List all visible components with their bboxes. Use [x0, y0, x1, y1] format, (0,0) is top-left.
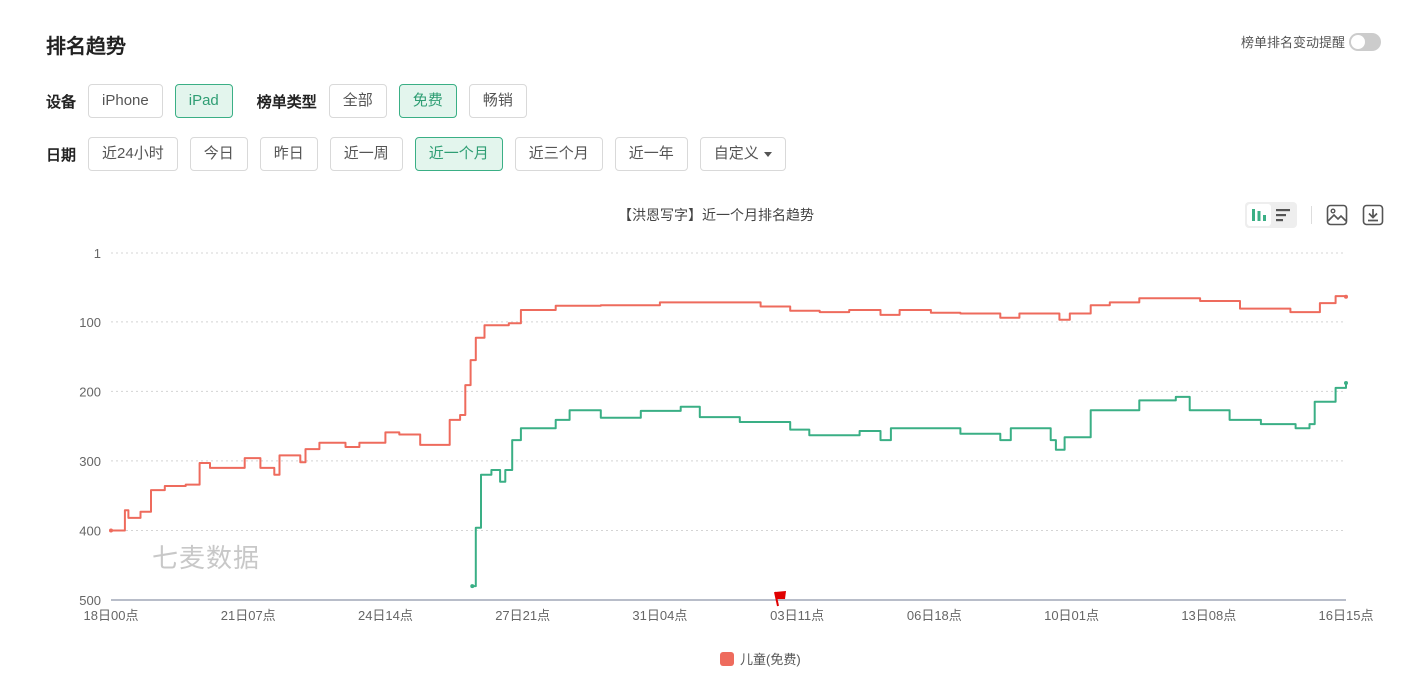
x-tick-label: 13日08点	[1181, 608, 1236, 623]
y-tick-label: 200	[79, 384, 101, 399]
chart-title: 【洪恩写字】近一个月排名趋势	[618, 207, 814, 223]
x-tick-label: 03日11点	[770, 608, 824, 623]
x-tick-label: 21日07点	[221, 608, 276, 623]
x-tick-label: 24日14点	[358, 608, 413, 623]
x-tick-label: 27日21点	[495, 608, 550, 623]
y-tick-label: 1	[94, 246, 101, 261]
series-point	[109, 528, 113, 533]
series-point	[1344, 294, 1348, 299]
series-point	[470, 584, 475, 589]
y-tick-label: 100	[79, 315, 101, 330]
series-line-1	[472, 383, 1347, 588]
legend-label: 儿童(免费)	[740, 652, 801, 667]
x-tick-label: 31日04点	[632, 608, 687, 623]
rank-trend-chart: 【洪恩写字】近一个月排名趋势 1 100 200 300 400 50018日00点 21日0…	[79, 207, 1374, 623]
legend-swatch	[720, 651, 734, 666]
x-tick-label: 16日15点	[1319, 608, 1374, 623]
y-tick-label: 400	[79, 523, 101, 538]
x-tick-label: 10日01点	[1044, 608, 1099, 623]
chart-legend[interactable]: 儿童(免费)	[720, 649, 801, 668]
x-tick-label: 18日00点	[84, 608, 139, 623]
y-tick-label: 500	[79, 593, 101, 608]
series-point	[1344, 381, 1348, 386]
series-line-0	[111, 295, 1347, 532]
flag-icon[interactable]	[774, 591, 787, 607]
y-tick-label: 300	[79, 454, 101, 469]
x-tick-label: 06日18点	[907, 608, 962, 623]
